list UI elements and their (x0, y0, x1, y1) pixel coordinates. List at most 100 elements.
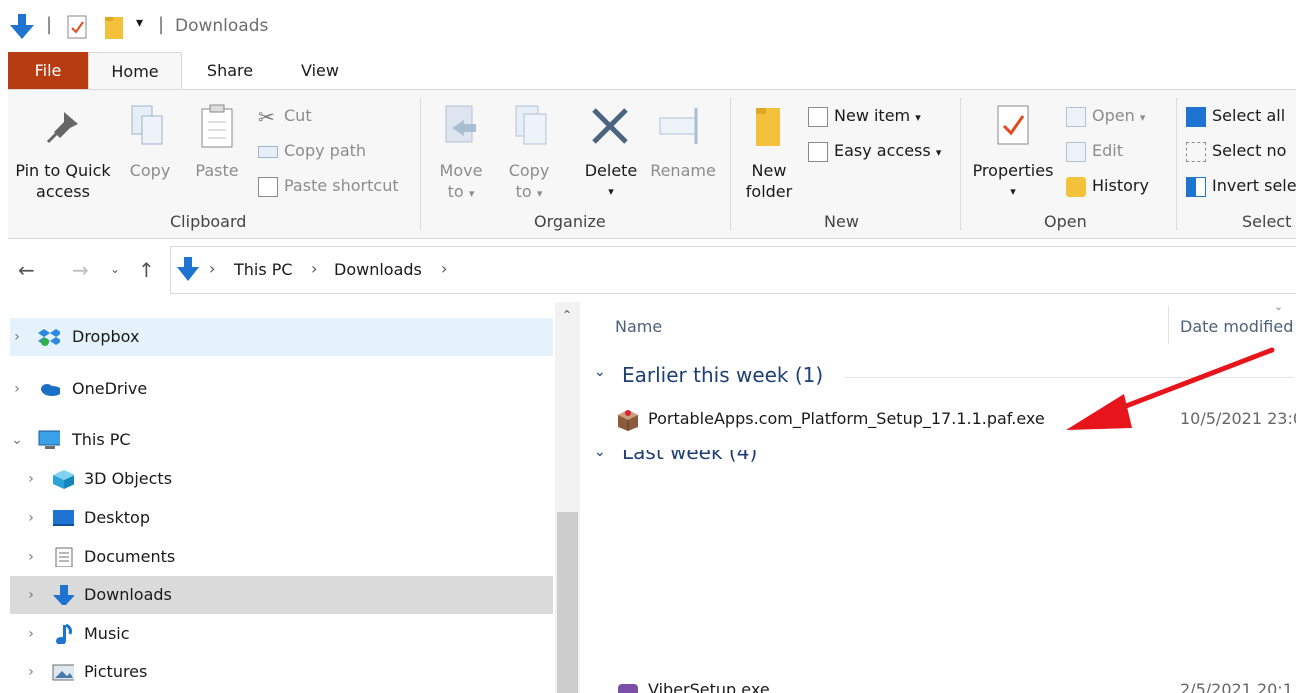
nav-item-pictures[interactable]: › Pictures (10, 653, 553, 691)
edit-button[interactable]: Edit (1066, 137, 1123, 165)
expand-chevron-icon[interactable]: › (24, 653, 38, 691)
nav-item-onedrive[interactable]: › OneDrive (10, 370, 553, 408)
cut-label: Cut (284, 106, 312, 125)
recent-locations-chevron-icon[interactable]: ⌄ (110, 262, 120, 276)
new-folder-icon[interactable] (103, 14, 125, 40)
tab-file[interactable]: File (8, 52, 88, 90)
nav-item-dropbox[interactable]: › Dropbox (10, 318, 553, 356)
copy-to-button[interactable]: Copy to ▾ (500, 160, 558, 204)
nav-item-downloads[interactable]: › Downloads (10, 576, 553, 614)
copy-button[interactable]: Copy (122, 160, 178, 181)
easy-access-button[interactable]: Easy access ▾ (808, 137, 941, 165)
column-divider[interactable] (1168, 306, 1169, 344)
back-arrow-icon[interactable]: ← (18, 258, 35, 282)
qat-separator: | (46, 14, 53, 35)
downloads-icon (53, 585, 74, 605)
pin-to-quick-access-button[interactable]: Pin to Quick access (10, 160, 116, 202)
window-title: Downloads (175, 16, 269, 36)
up-arrow-icon[interactable]: ↑ (138, 258, 155, 282)
file-row[interactable]: ViberSetup.exe 2/5/2021 20:1 (594, 680, 1296, 693)
new-item-button[interactable]: New item ▾ (808, 102, 921, 130)
expand-chevron-icon[interactable]: › (24, 576, 38, 614)
copy-to-icon (515, 105, 547, 145)
documents-icon (55, 547, 73, 567)
properties-button[interactable]: Properties ▾ (970, 160, 1056, 202)
group-collapse-chevron-icon[interactable]: ⌄ (594, 450, 606, 460)
select-none-label: Select no (1212, 141, 1287, 160)
rename-icon (659, 108, 698, 144)
expand-chevron-icon[interactable]: › (24, 460, 38, 498)
qat-customize-button[interactable]: ▾ (136, 15, 143, 31)
rename-button[interactable]: Rename (646, 160, 720, 181)
tab-home[interactable]: Home (88, 52, 182, 90)
edit-icon (1066, 141, 1086, 162)
group-divider (730, 98, 731, 230)
delete-icon (592, 108, 628, 144)
new-item-label: New item (834, 106, 911, 125)
nav-item-3d-objects[interactable]: › 3D Objects (10, 460, 553, 498)
edit-label: Edit (1092, 141, 1123, 160)
copy-to-label-2: to (515, 182, 532, 201)
select-none-icon (1186, 141, 1206, 162)
move-to-button[interactable]: Move to ▾ (432, 160, 490, 204)
ribbon-tabs: File Home Share View (0, 52, 1296, 90)
tab-share[interactable]: Share (190, 52, 270, 90)
nav-label: Documents (84, 547, 176, 566)
invert-selection-button[interactable]: Invert sele (1186, 172, 1296, 200)
group-header[interactable]: ⌄ Last week (4) (594, 450, 1294, 462)
nav-item-this-pc[interactable]: ⌄ This PC (10, 421, 553, 459)
expand-chevron-icon[interactable]: › (24, 499, 38, 537)
select-group-label: Select (1242, 212, 1292, 231)
downloads-arrow-icon[interactable] (10, 14, 34, 40)
copy-path-button[interactable]: Copy path (258, 137, 366, 165)
file-name: PortableApps.com_Platform_Setup_17.1.1.p… (648, 409, 1045, 428)
properties-icon[interactable] (66, 14, 90, 40)
dropdown-arrow-icon: ▾ (915, 111, 921, 124)
breadcrumb-this-pc[interactable]: This PC (234, 260, 293, 279)
select-none-button[interactable]: Select no (1186, 137, 1286, 165)
navigation-bar: ← → ⌄ ↑ › This PC › Downloads › (0, 246, 1296, 294)
tab-view[interactable]: View (282, 52, 358, 90)
history-button[interactable]: History (1066, 172, 1149, 200)
nav-item-desktop[interactable]: › Desktop (10, 499, 553, 537)
expand-chevron-icon[interactable]: › (24, 615, 38, 653)
column-header-name[interactable]: Name (615, 317, 662, 336)
breadcrumb-separator[interactable]: › (311, 259, 317, 278)
nav-label: OneDrive (72, 379, 148, 398)
nav-label: Music (84, 624, 130, 643)
paste-shortcut-button[interactable]: Paste shortcut (258, 172, 399, 200)
breadcrumb-separator[interactable]: › (209, 259, 215, 278)
forward-arrow-icon[interactable]: → (72, 258, 89, 282)
expand-chevron-icon[interactable]: › (24, 538, 38, 576)
pin-label-line1: Pin to Quick (15, 161, 111, 180)
move-to-label: Move (439, 161, 483, 180)
new-folder-button[interactable]: New folder (740, 160, 798, 202)
breadcrumb-downloads[interactable]: Downloads (334, 260, 422, 279)
nav-item-music[interactable]: › Music (10, 615, 553, 653)
delete-button[interactable]: Delete ▾ (578, 160, 644, 202)
cut-button[interactable]: ✂ Cut (258, 102, 312, 130)
nav-label: This PC (72, 430, 131, 449)
select-all-button[interactable]: Select all (1186, 102, 1285, 130)
address-box[interactable]: › This PC › Downloads › (170, 246, 1296, 294)
copy-to-label: Copy (508, 161, 550, 180)
collapse-chevron-icon[interactable]: ⌄ (10, 421, 24, 459)
dropdown-arrow-icon: ▾ (1010, 185, 1016, 198)
organize-group-label: Organize (534, 212, 606, 231)
scroll-up-icon[interactable]: ⌃ (562, 308, 572, 322)
group-collapse-chevron-icon[interactable]: ⌄ (594, 364, 606, 380)
nav-item-documents[interactable]: › Documents (10, 538, 553, 576)
properties-label: Properties (972, 161, 1054, 180)
column-header-date-modified[interactable]: Date modified (1180, 317, 1293, 336)
paste-button[interactable]: Paste (188, 160, 246, 181)
navigation-scrollbar[interactable]: ⌃ (555, 302, 580, 693)
new-folder-icon (756, 108, 780, 146)
breadcrumb-separator[interactable]: › (441, 259, 447, 278)
expand-chevron-icon[interactable]: › (10, 318, 24, 356)
onedrive-icon (41, 384, 60, 396)
scrollbar-thumb[interactable] (557, 512, 578, 693)
open-button[interactable]: Open ▾ (1066, 102, 1145, 130)
title-bar: | ▾ | Downloads (0, 0, 1296, 52)
invert-selection-label: Invert sele (1212, 176, 1296, 195)
expand-chevron-icon[interactable]: › (10, 370, 24, 408)
